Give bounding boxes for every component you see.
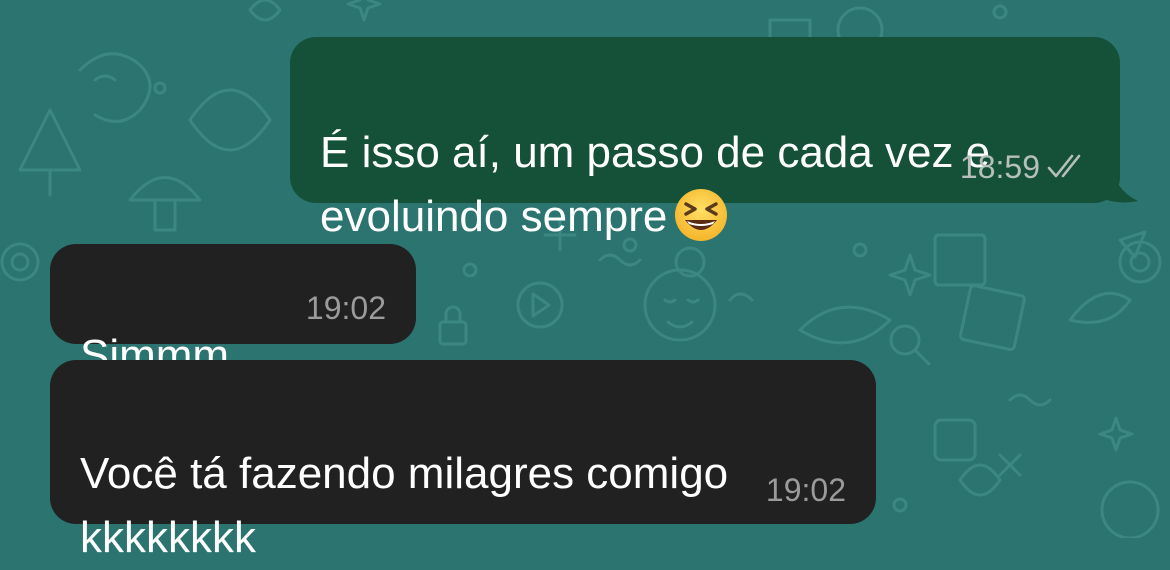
message-time: 19:02 xyxy=(305,290,386,326)
message-text-content: É isso aí, um passo de cada vez e evolui… xyxy=(320,128,991,241)
message-meta: 19:02 xyxy=(766,472,846,509)
message-meta: 19:02 xyxy=(306,290,386,327)
outgoing-bubble-tail xyxy=(1100,160,1138,203)
message-time: 19:02 xyxy=(765,472,846,508)
message-time: 18:59 xyxy=(959,149,1040,185)
grinning-squinting-face-icon xyxy=(675,189,728,241)
message-text: Você tá fazendo milagres comigo kkkkkkkk xyxy=(80,378,860,570)
read-double-check-icon xyxy=(1047,154,1081,178)
message-text-content: Você tá fazendo milagres comigo kkkkkkkk xyxy=(80,449,729,562)
outgoing-message-bubble[interactable]: É isso aí, um passo de cada vez e evolui… xyxy=(290,37,1120,241)
message-meta: 18:59 xyxy=(960,149,1090,186)
incoming-message-bubble[interactable]: Simmm 19:02 xyxy=(50,244,416,380)
incoming-message-bubble[interactable]: Você tá fazendo milagres comigo kkkkkkkk… xyxy=(50,360,876,562)
